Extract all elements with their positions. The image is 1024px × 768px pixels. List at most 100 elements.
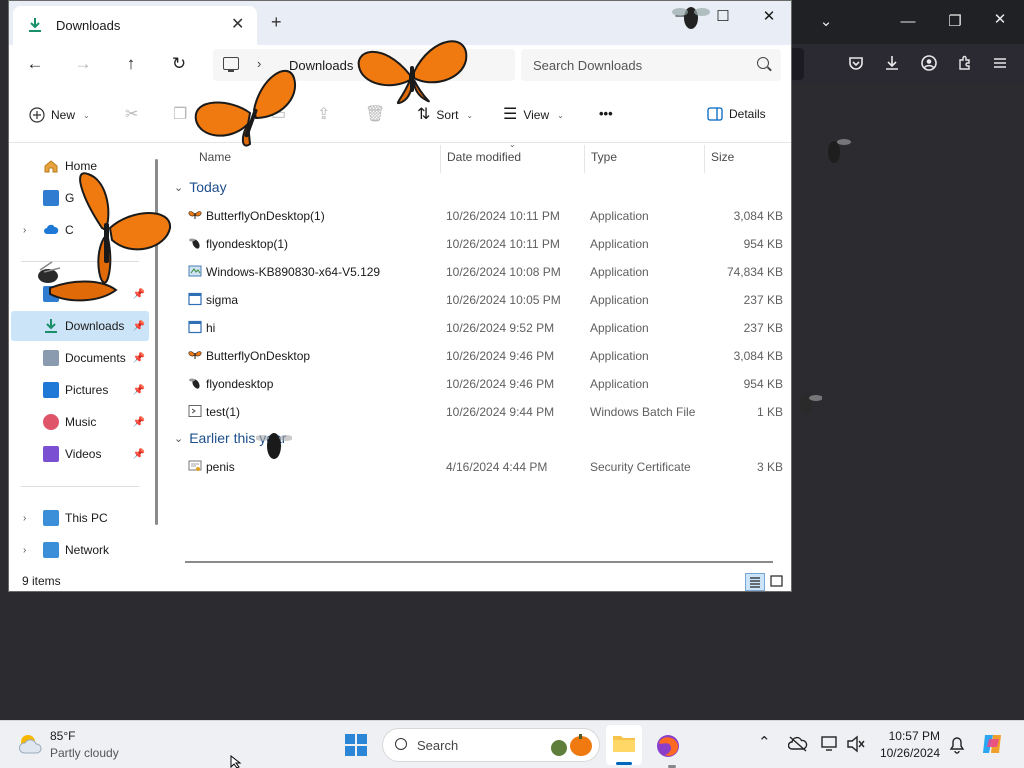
expand-chevron-icon[interactable]: › [23,545,26,556]
table-row[interactable]: test(1) 10/26/2024 9:44 PM Windows Batch F… [164,397,791,425]
account-icon[interactable] [919,55,939,74]
sidebar-item-this-pc[interactable]: › This PC [11,503,149,533]
file-size: 3 KB [756,460,783,474]
butterfly-icon [357,40,468,105]
tiles-view-button[interactable] [767,573,787,591]
firefox-maximize-button[interactable]: ❐ [945,14,965,29]
forward-button[interactable]: → [71,55,95,72]
file-date-modified: 10/26/2024 9:46 PM [446,377,555,391]
column-divider[interactable] [440,145,441,173]
copy-button[interactable]: ❐ [173,107,187,123]
collapse-chevron-icon: ⌄ [174,432,184,445]
download-icon[interactable] [882,55,902,74]
hamburger-menu-icon[interactable] [990,55,1010,74]
details-view-button[interactable] [745,573,765,591]
file-type: Security Certificate [590,460,691,474]
back-button[interactable]: ← [23,55,47,72]
file-type: Application [590,209,649,223]
search-input[interactable]: Search Downloads [521,49,781,81]
view-icon: ☰ [503,106,518,123]
chevron-up-icon[interactable]: ⌃ [758,735,771,750]
share-button[interactable]: ⇪ [317,107,330,123]
group-header-today[interactable]: ⌄ Today [174,179,227,195]
file-size: 954 KB [743,237,783,251]
start-button-icon[interactable] [344,733,368,757]
firefox-toolbar [790,44,1024,84]
table-row[interactable]: Windows-KB890830-x64-V5.129 10/26/2024 10… [164,257,791,285]
file-type: Application [590,377,649,391]
sidebar-item-network[interactable]: › Network [11,535,149,565]
onedrive-offline-icon[interactable] [788,735,808,753]
new-button[interactable]: New ⌄ [29,107,90,123]
firefox-close-button[interactable]: ✕ [990,12,1010,27]
clock-date[interactable]: 10/26/2024 [876,746,940,760]
pocket-icon[interactable] [846,55,866,74]
collapse-chevron-icon: ⌄ [174,181,184,194]
clock-time[interactable]: 10:57 PM [880,729,940,743]
copilot-icon[interactable] [980,731,1006,757]
firefox-minimize-button[interactable]: — [898,14,918,29]
file-name: flyondesktop(1) [206,237,289,251]
table-row[interactable]: sigma 10/26/2024 10:05 PM Application 237 K… [164,285,791,313]
tab-close-button[interactable]: ✕ [231,14,244,34]
sidebar-item-label: Music [65,415,97,429]
cut-button[interactable]: ✂ [125,107,138,123]
volume-muted-icon[interactable] [846,735,866,753]
table-row[interactable]: ButterflyOnDesktop 10/26/2024 9:46 PM Appl… [164,341,791,369]
taskbar-search-box[interactable]: Search [382,728,600,762]
network-monitor-icon[interactable] [820,735,840,753]
item-count: 9 items [22,574,61,588]
sidebar-item-label: Downloads [65,319,125,333]
table-row[interactable]: ButterflyOnDesktop(1) 10/26/2024 10:11 PM… [164,201,791,229]
firefox-url-bar[interactable] [790,48,804,80]
notification-bell-icon[interactable] [948,735,966,755]
share-icon: ⇪ [317,106,331,123]
maximize-button[interactable]: ☐ [713,7,733,25]
column-header-type[interactable]: Type [591,150,617,164]
sidebar-item-downloads[interactable]: Downloads 📌 [11,311,149,341]
cloud-icon [44,224,59,234]
refresh-button[interactable]: ↻ [167,55,191,72]
details-button[interactable]: Details [707,107,766,121]
tab-title: Downloads [56,18,121,33]
sidebar-item-documents[interactable]: Documents 📌 [11,343,149,373]
more-options-button[interactable]: ••• [599,106,613,121]
column-header-date[interactable]: Date modified [447,150,521,164]
firefox-icon[interactable] [655,733,681,759]
sidebar-item-pictures[interactable]: Pictures 📌 [11,375,149,405]
horizontal-scrollbar[interactable] [185,561,773,563]
table-row[interactable]: flyondesktop 10/26/2024 9:46 PM Applicatio… [164,369,791,397]
pin-icon: 📌 [132,320,145,332]
file-type: Application [590,237,649,251]
chevron-down-icon[interactable]: ⌄ [816,14,836,29]
column-divider[interactable] [704,145,705,173]
pin-icon: 📌 [132,384,145,396]
expand-chevron-icon[interactable]: › [23,513,26,524]
tiles-view-icon [770,575,783,587]
file-date-modified: 10/26/2024 9:44 PM [446,405,555,419]
weather-temperature[interactable]: 85°F [50,729,75,743]
close-button[interactable]: ✕ [759,7,779,25]
sidebar-item-label: Network [65,543,110,557]
up-button[interactable]: ↑ [119,55,143,72]
sort-label: Sort [436,108,459,122]
weather-condition[interactable]: Partly cloudy [50,746,119,760]
taskbar-file-explorer[interactable] [606,725,642,765]
expand-chevron-icon[interactable]: › [23,225,26,236]
file-date-modified: 10/26/2024 10:08 PM [446,265,561,279]
sidebar-item-music[interactable]: Music 📌 [11,407,149,437]
sidebar-item-videos[interactable]: Videos 📌 [11,439,149,469]
extensions-icon[interactable] [955,55,975,74]
column-header-size[interactable]: Size [711,150,734,164]
folder-icon [613,736,635,752]
new-tab-button[interactable]: + [271,13,282,31]
tab-downloads[interactable]: Downloads ✕ [13,6,257,45]
column-divider[interactable] [584,145,585,173]
table-row[interactable]: hi 10/26/2024 9:52 PM Application 237 KB [164,313,791,341]
partly-cloudy-icon[interactable] [16,731,46,757]
butterfly-icon [38,261,118,302]
view-button[interactable]: ☰ View ⌄ [503,107,564,123]
table-row[interactable]: flyondesktop(1) 10/26/2024 10:11 PM Applic… [164,229,791,257]
search-placeholder: Search Downloads [533,58,643,73]
batch-file-icon [188,404,202,418]
